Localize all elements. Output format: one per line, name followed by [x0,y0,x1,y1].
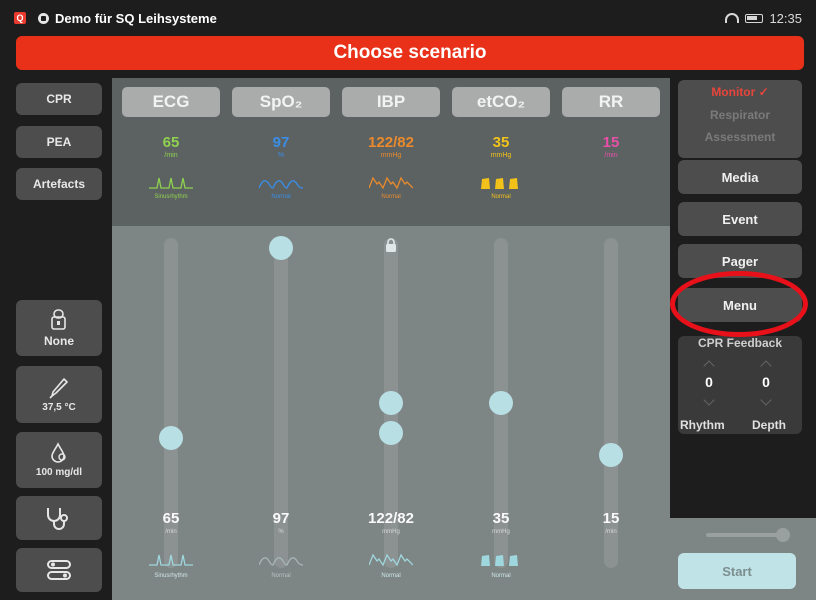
speed-slider-track[interactable] [706,533,778,537]
ibp-bottom-wave-label: Normal [381,573,401,579]
ibp-systolic-knob[interactable] [379,391,403,415]
pressure-wave-icon [342,176,440,195]
spo2-value: 97 [272,134,290,151]
hand-lock-icon [51,308,66,330]
etco2-bottom-value: 35 [492,510,510,527]
artefacts-button[interactable]: Artefacts [16,168,102,200]
ecg-value: 65 [162,134,180,151]
ibp-bottom-wave-icon [342,553,440,572]
stethoscope-button[interactable] [16,496,102,540]
spo2-bottom-wave-icon [232,553,330,572]
pleth-wave-icon [232,176,330,195]
settings-sliders-button[interactable] [16,548,102,592]
spo2-slider-knob[interactable] [269,236,293,260]
ibp-bottom-unit: mmHg [382,529,400,535]
rr-value: 15 [602,134,620,151]
menu-highlight-ring [670,271,808,337]
ibp-unit: mmHg [380,152,402,159]
etco2-unit: mmHg [490,152,512,159]
speed-slider-knob[interactable] [776,528,790,542]
tab-ibp[interactable]: IBP [342,87,440,117]
depth-up-icon[interactable] [760,360,772,372]
ibp-bottom-value: 122/82 [368,510,414,527]
tab-ecg[interactable]: ECG [122,87,220,117]
ecg-slider-knob[interactable] [159,426,183,450]
etco2-value: 35 [492,134,510,151]
tab-rr[interactable]: RR [562,87,660,117]
ecg-bottom-value: 65 [162,510,180,527]
rr-bottom-value: 15 [602,510,620,527]
cpr-feedback-panel: CPR Feedback 0 0 Rhythm Depth [678,336,802,434]
glucose-button[interactable]: 100 mg/dl [16,432,102,488]
etco2-wave-label: Normal [491,194,511,200]
cpr-feedback-title: CPR Feedback [697,336,783,350]
mode-selector[interactable]: Monitor ✓ Respirator Assessment [678,80,802,158]
wifi-icon [725,13,740,23]
ibp-wave-label: Normal [381,194,401,200]
cpr-button[interactable]: CPR [16,83,102,115]
mode-monitor[interactable]: Monitor ✓ [678,85,802,99]
rhythm-up-icon[interactable] [703,360,715,372]
ibp-diastolic-knob[interactable] [379,421,403,445]
ecg-rhythm-label: Sinusrhythm [154,194,188,200]
temperature-button[interactable]: 37,5 °C [16,366,102,423]
ecg-bottom-unit: /min [165,529,177,535]
rhythm-value: 0 [705,374,713,390]
mode-assessment[interactable]: Assessment [678,130,802,144]
status-bar: Q Demo für SQ Leihsysteme 12:35 [0,0,816,36]
status-indicators: 12:35 [725,11,802,26]
monitor-lock-button[interactable]: None [16,300,102,356]
glucose-drop-icon [51,442,66,463]
etco2-slider-knob[interactable] [489,391,513,415]
rr-unit: /min [604,152,618,159]
capno-wave-icon [452,176,550,195]
etco2-bottom-wave-icon [452,553,550,572]
ecg-unit: /min [164,152,178,159]
status-time: 12:35 [769,10,802,26]
ecg-wave-icon [122,176,220,195]
battery-icon [745,13,764,23]
rr-bottom-unit: /min [605,529,617,535]
choose-scenario-banner[interactable]: Choose scenario [16,36,804,70]
depth-down-icon[interactable] [760,394,772,406]
etco2-bottom-unit: mmHg [492,529,510,535]
glucose-value: 100 mg/dl [35,467,83,478]
spo2-wave-label: Normal [271,194,291,200]
ibp-value: 122/82 [368,134,414,151]
pea-button[interactable]: PEA [16,126,102,158]
rhythm-label: Rhythm [680,418,725,432]
padlock-icon[interactable] [385,238,397,252]
thermometer-icon [49,377,68,399]
spo2-bottom-wave-label: Normal [271,573,291,579]
status-title: Demo für SQ Leihsysteme [55,10,217,26]
lock-icon [38,12,49,24]
ecg-bottom-rhythm-label: Sinusrhythm [154,573,188,579]
media-button[interactable]: Media [678,160,802,194]
spo2-unit: % [277,152,285,159]
start-button[interactable]: Start [678,553,796,589]
spo2-bottom-value: 97 [272,510,290,527]
event-button[interactable]: Event [678,202,802,236]
vital-parameters-panel: ECG SpO₂ IBP etCO₂ RR 65 97 122/82 35 15… [112,78,670,600]
rhythm-down-icon[interactable] [703,394,715,406]
temperature-value: 37,5 °C [42,401,76,413]
depth-label: Depth [752,418,786,432]
tab-spo2[interactable]: SpO₂ [232,87,330,117]
sliders-icon [47,560,71,580]
etco2-bottom-wave-label: Normal [491,573,511,579]
spo2-bottom-unit: % [278,529,284,535]
mode-respirator[interactable]: Respirator [678,108,802,122]
stethoscope-icon [47,508,68,530]
rr-slider-knob[interactable] [599,443,623,467]
monitor-lock-label: None [44,333,74,348]
app-icon: Q [14,12,26,24]
ecg-bottom-wave-icon [122,553,220,572]
tab-etco2[interactable]: etCO₂ [452,87,550,117]
depth-value: 0 [762,374,770,390]
